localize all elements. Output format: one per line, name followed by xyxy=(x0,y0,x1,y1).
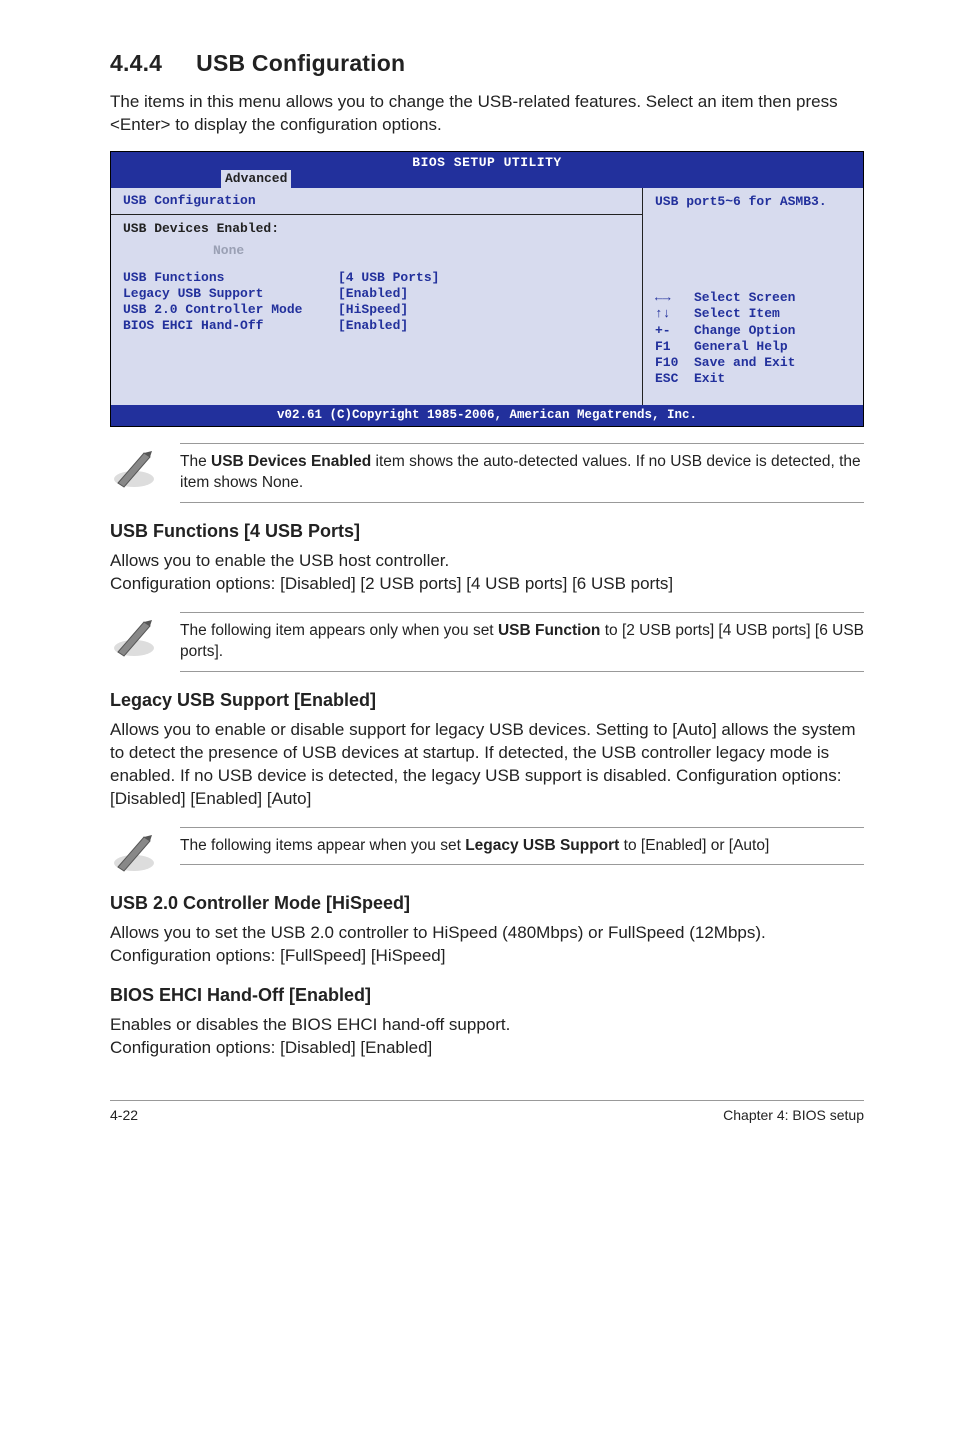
subheading-usb-functions: USB Functions [4 USB Ports] xyxy=(110,521,864,542)
note-text-part: to [Enabled] or [Auto] xyxy=(619,837,769,854)
subheading-legacy-usb: Legacy USB Support [Enabled] xyxy=(110,690,864,711)
bios-label: Legacy USB Support xyxy=(123,286,338,302)
bios-value: [Enabled] xyxy=(338,318,408,334)
bios-key-row: ESC Exit xyxy=(655,371,853,387)
bios-devices-value: None xyxy=(123,243,630,259)
note-text-bold: USB Function xyxy=(498,622,600,639)
note-text-part: The following items appear when you set xyxy=(180,837,465,854)
bios-row-usb20-mode[interactable]: USB 2.0 Controller Mode [HiSpeed] xyxy=(123,302,630,318)
body-text: Enables or disables the BIOS EHCI hand-o… xyxy=(110,1014,864,1037)
bios-value: [Enabled] xyxy=(338,286,408,302)
bios-footer: v02.61 (C)Copyright 1985-2006, American … xyxy=(111,405,863,427)
note-block: The following item appears only when you… xyxy=(110,612,864,672)
note-text-bold: USB Devices Enabled xyxy=(211,453,371,470)
pen-note-icon xyxy=(110,443,158,491)
note-text-part: The xyxy=(180,453,211,470)
bios-devices-label: USB Devices Enabled: xyxy=(123,221,630,237)
bios-help-text: USB port5~6 for ASMB3. xyxy=(655,194,853,210)
pen-note-icon xyxy=(110,612,158,660)
bios-key-help: ←→ Select Screen ↑↓ Select Item +- Chang… xyxy=(655,290,853,388)
subheading-usb20-mode: USB 2.0 Controller Mode [HiSpeed] xyxy=(110,893,864,914)
bios-content: USB Devices Enabled: None USB Functions … xyxy=(111,215,642,405)
body-text: Allows you to enable or disable support … xyxy=(110,719,864,811)
bios-panel: BIOS SETUP UTILITY Advanced USB Configur… xyxy=(110,151,864,427)
note-block: The following items appear when you set … xyxy=(110,827,864,875)
bios-key-row: ←→ Select Screen xyxy=(655,290,853,306)
page-number: 4-22 xyxy=(110,1107,138,1123)
subheading-ehci: BIOS EHCI Hand-Off [Enabled] xyxy=(110,985,864,1006)
chapter-label: Chapter 4: BIOS setup xyxy=(723,1107,864,1123)
section-heading: 4.4.4 USB Configuration xyxy=(110,50,864,77)
note-block: The USB Devices Enabled item shows the a… xyxy=(110,443,864,503)
bios-titlebar: BIOS SETUP UTILITY Advanced xyxy=(111,152,863,188)
bios-row-usb-functions[interactable]: USB Functions [4 USB Ports] xyxy=(123,270,630,286)
bios-utility-title: BIOS SETUP UTILITY xyxy=(119,155,855,171)
note-text-bold: Legacy USB Support xyxy=(465,837,619,854)
pen-note-icon xyxy=(110,827,158,875)
bios-value: [4 USB Ports] xyxy=(338,270,439,286)
note-text: The following item appears only when you… xyxy=(180,612,864,672)
bios-key-row: F1 General Help xyxy=(655,339,853,355)
bios-left-pane: USB Configuration USB Devices Enabled: N… xyxy=(111,188,643,405)
bios-right-pane: USB port5~6 for ASMB3. ←→ Select Screen … xyxy=(643,188,863,405)
bios-tab-advanced[interactable]: Advanced xyxy=(221,170,291,188)
note-text-part: The following item appears only when you… xyxy=(180,622,498,639)
body-text: Configuration options: [Disabled] [Enabl… xyxy=(110,1037,864,1060)
body-text: Allows you to set the USB 2.0 controller… xyxy=(110,922,864,968)
bios-row-ehci-handoff[interactable]: BIOS EHCI Hand-Off [Enabled] xyxy=(123,318,630,334)
section-intro: The items in this menu allows you to cha… xyxy=(110,91,864,137)
bios-key-row: +- Change Option xyxy=(655,323,853,339)
bios-key-row: ↑↓ Select Item xyxy=(655,306,853,322)
page-footer: 4-22 Chapter 4: BIOS setup xyxy=(110,1100,864,1123)
bios-label: BIOS EHCI Hand-Off xyxy=(123,318,338,334)
bios-body: USB Configuration USB Devices Enabled: N… xyxy=(111,188,863,405)
section-title: USB Configuration xyxy=(196,50,405,76)
bios-value: [HiSpeed] xyxy=(338,302,408,318)
body-text: Configuration options: [Disabled] [2 USB… xyxy=(110,573,864,596)
bios-subheader: USB Configuration xyxy=(111,188,642,215)
bios-key-row: F10 Save and Exit xyxy=(655,355,853,371)
note-text: The USB Devices Enabled item shows the a… xyxy=(180,443,864,503)
section-number: 4.4.4 xyxy=(110,50,162,77)
bios-row-legacy-usb[interactable]: Legacy USB Support [Enabled] xyxy=(123,286,630,302)
body-text: Allows you to enable the USB host contro… xyxy=(110,550,864,573)
note-text: The following items appear when you set … xyxy=(180,827,864,866)
bios-label: USB Functions xyxy=(123,270,338,286)
bios-label: USB 2.0 Controller Mode xyxy=(123,302,338,318)
